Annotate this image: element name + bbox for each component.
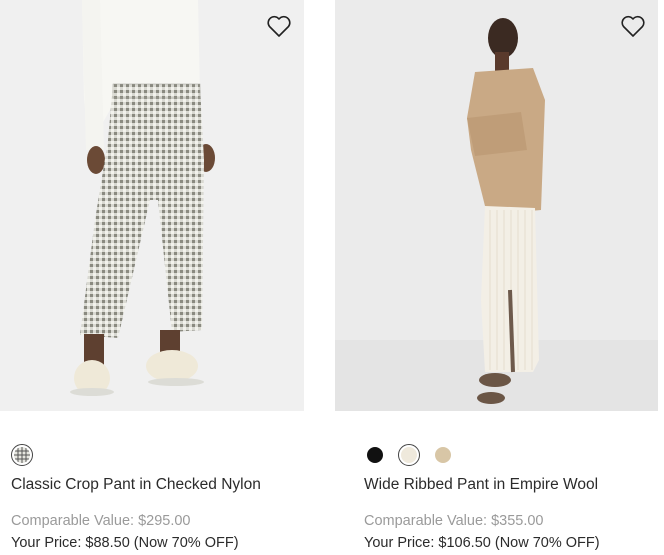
swatch-dot xyxy=(401,447,417,463)
comparable-value: Comparable Value: $355.00 xyxy=(364,513,544,529)
heart-outline-icon[interactable] xyxy=(266,14,292,38)
product-photo-ribbed-pant xyxy=(335,0,658,411)
color-swatches xyxy=(11,443,33,467)
swatch-dot xyxy=(367,447,383,463)
product-grid: Classic Crop Pant in Checked Nylon Compa… xyxy=(0,0,664,555)
heart-outline-icon[interactable] xyxy=(620,14,646,38)
swatch-checked[interactable] xyxy=(11,444,33,466)
your-price: Your Price: $106.50 (Now 70% OFF) xyxy=(364,535,600,551)
product-image[interactable] xyxy=(0,0,304,411)
product-card: Classic Crop Pant in Checked Nylon Compa… xyxy=(0,0,304,551)
swatch-black[interactable] xyxy=(364,444,386,466)
swatch-beige[interactable] xyxy=(432,444,454,466)
checked-pattern-icon xyxy=(14,447,30,463)
product-photo-checked-pant xyxy=(0,0,304,411)
product-image[interactable] xyxy=(335,0,658,411)
swatch-ivory[interactable] xyxy=(398,444,420,466)
your-price: Your Price: $88.50 (Now 70% OFF) xyxy=(11,535,239,551)
comparable-value: Comparable Value: $295.00 xyxy=(11,513,191,529)
product-card: Wide Ribbed Pant in Empire Wool Comparab… xyxy=(335,0,658,551)
product-name[interactable]: Wide Ribbed Pant in Empire Wool xyxy=(364,476,598,494)
swatch-dot xyxy=(435,447,451,463)
color-swatches xyxy=(364,443,454,467)
product-name[interactable]: Classic Crop Pant in Checked Nylon xyxy=(11,476,261,494)
